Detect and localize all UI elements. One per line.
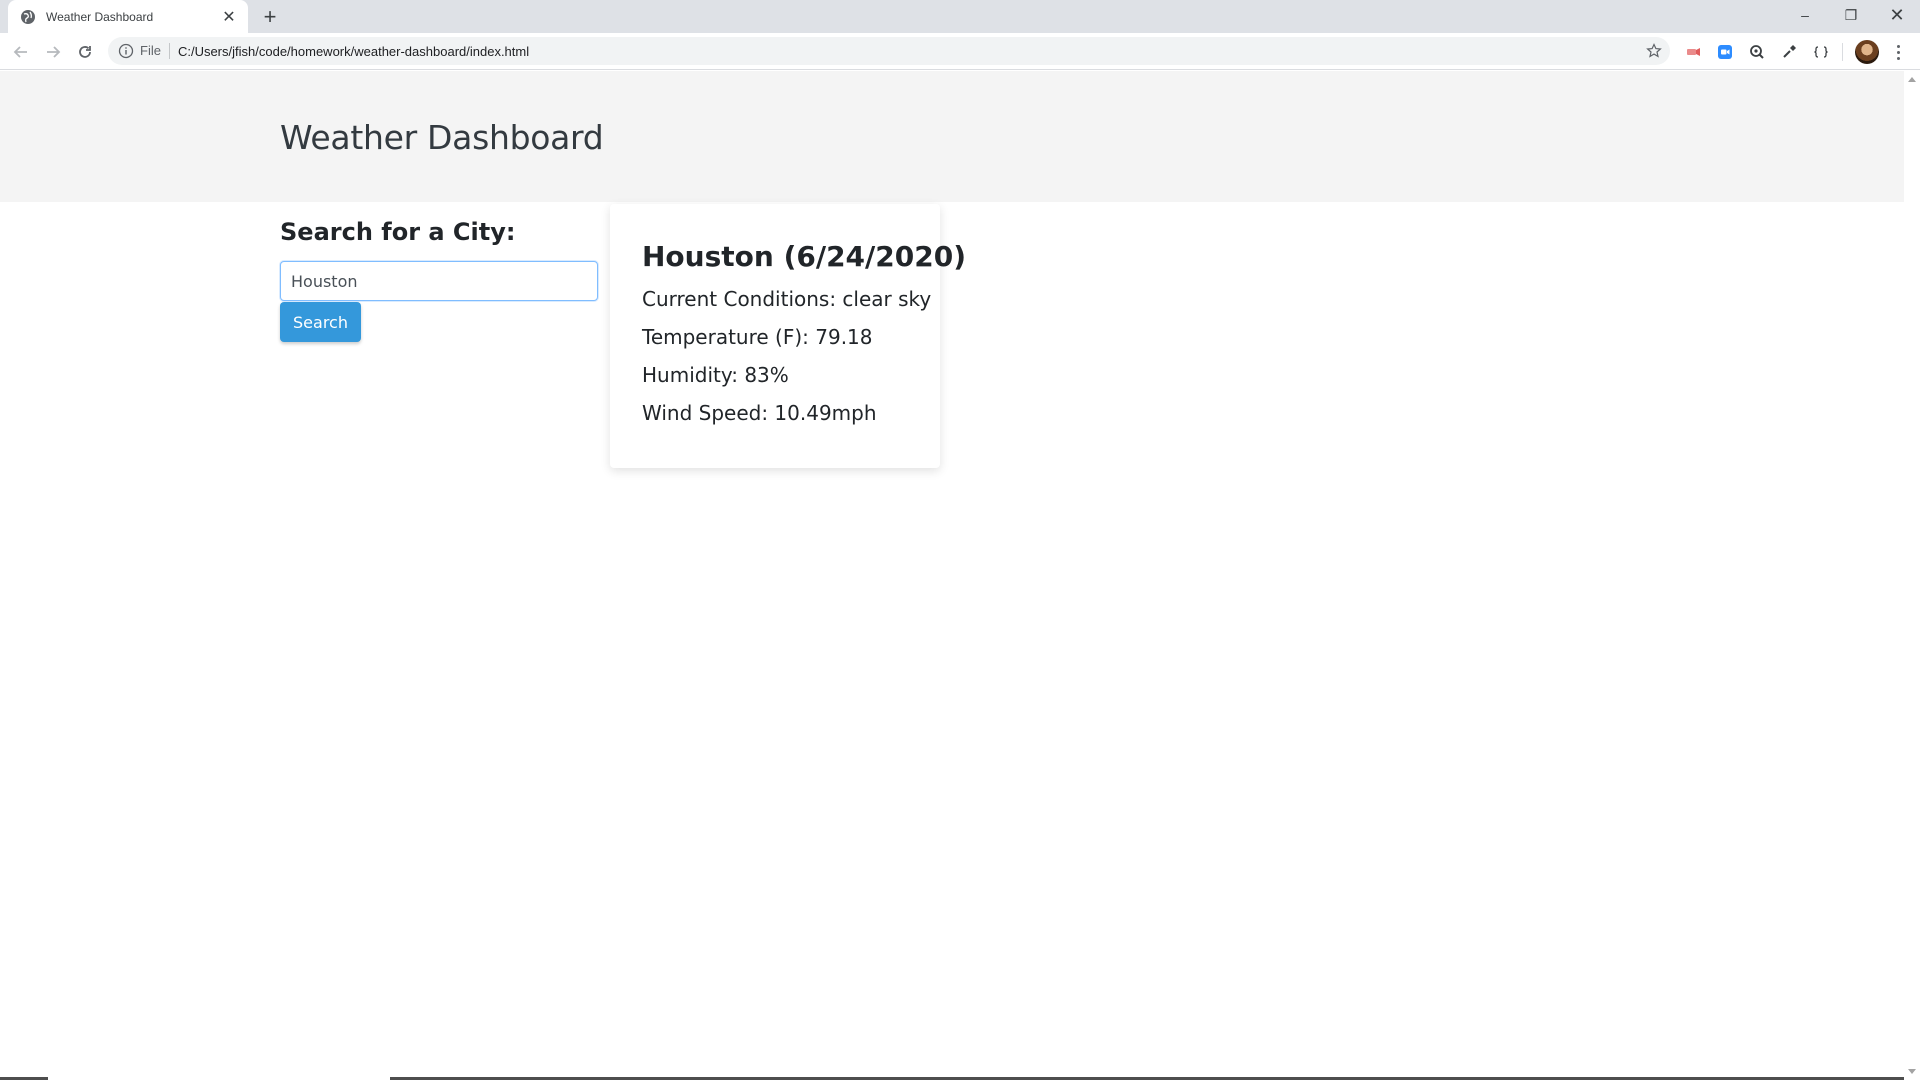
scroll-down-arrow-icon[interactable] — [1908, 1069, 1916, 1074]
window-close-button[interactable]: ✕ — [1874, 0, 1920, 30]
scheme-label: File — [140, 43, 170, 59]
search-button[interactable]: Search — [280, 302, 361, 342]
tab-strip: Weather Dashboard ✕ + – ❐ ✕ — [0, 0, 1920, 33]
browser-tab[interactable]: Weather Dashboard ✕ — [8, 0, 248, 33]
globe-icon — [21, 9, 35, 24]
tab-title: Weather Dashboard — [46, 9, 154, 24]
kebab-menu-icon[interactable] — [1888, 41, 1908, 63]
header-jumbotron: Weather Dashboard — [0, 71, 1904, 202]
page-title: Weather Dashboard — [280, 118, 604, 157]
address-bar[interactable]: File C:/Users/jfish/code/homework/weathe… — [108, 37, 1670, 65]
zoom-extension-icon[interactable] — [1714, 41, 1736, 63]
browser-toolbar: File C:/Users/jfish/code/homework/weathe… — [0, 33, 1920, 70]
info-icon[interactable] — [118, 43, 134, 59]
arrow-left-icon[interactable] — [8, 39, 34, 65]
eyedropper-extension-icon[interactable] — [1778, 41, 1800, 63]
star-icon[interactable] — [1646, 43, 1662, 59]
extension-red-icon[interactable] — [1682, 41, 1704, 63]
toolbar-divider — [1842, 43, 1843, 61]
weather-temperature: Temperature (F): 79.18 — [642, 325, 873, 349]
minimize-button[interactable]: – — [1782, 0, 1828, 30]
weather-humidity: Humidity: 83% — [642, 363, 789, 387]
search-heading: Search for a City: — [280, 218, 516, 246]
weather-conditions: Current Conditions: clear sky — [642, 287, 932, 311]
scroll-up-arrow-icon[interactable] — [1908, 77, 1916, 82]
json-extension-icon[interactable] — [1810, 41, 1832, 63]
weather-city-date: Houston (6/24/2020) — [642, 240, 966, 273]
weather-wind-speed: Wind Speed: 10.49mph — [642, 401, 877, 425]
vertical-scrollbar[interactable] — [1904, 71, 1920, 1080]
magnifier-extension-icon[interactable] — [1746, 41, 1768, 63]
maximize-button[interactable]: ❐ — [1828, 0, 1874, 30]
page-viewport: Weather Dashboard Search for a City: Sea… — [0, 71, 1904, 1080]
arrow-right-icon[interactable] — [40, 39, 66, 65]
avatar[interactable] — [1855, 40, 1879, 64]
city-search-input[interactable] — [280, 261, 598, 301]
reload-icon[interactable] — [72, 39, 98, 65]
current-weather-card: Houston (6/24/2020) Current Conditions: … — [610, 204, 966, 468]
url-text[interactable]: C:/Users/jfish/code/homework/weather-das… — [178, 44, 1670, 59]
close-icon[interactable]: ✕ — [220, 8, 238, 26]
plus-icon[interactable]: + — [258, 4, 282, 29]
